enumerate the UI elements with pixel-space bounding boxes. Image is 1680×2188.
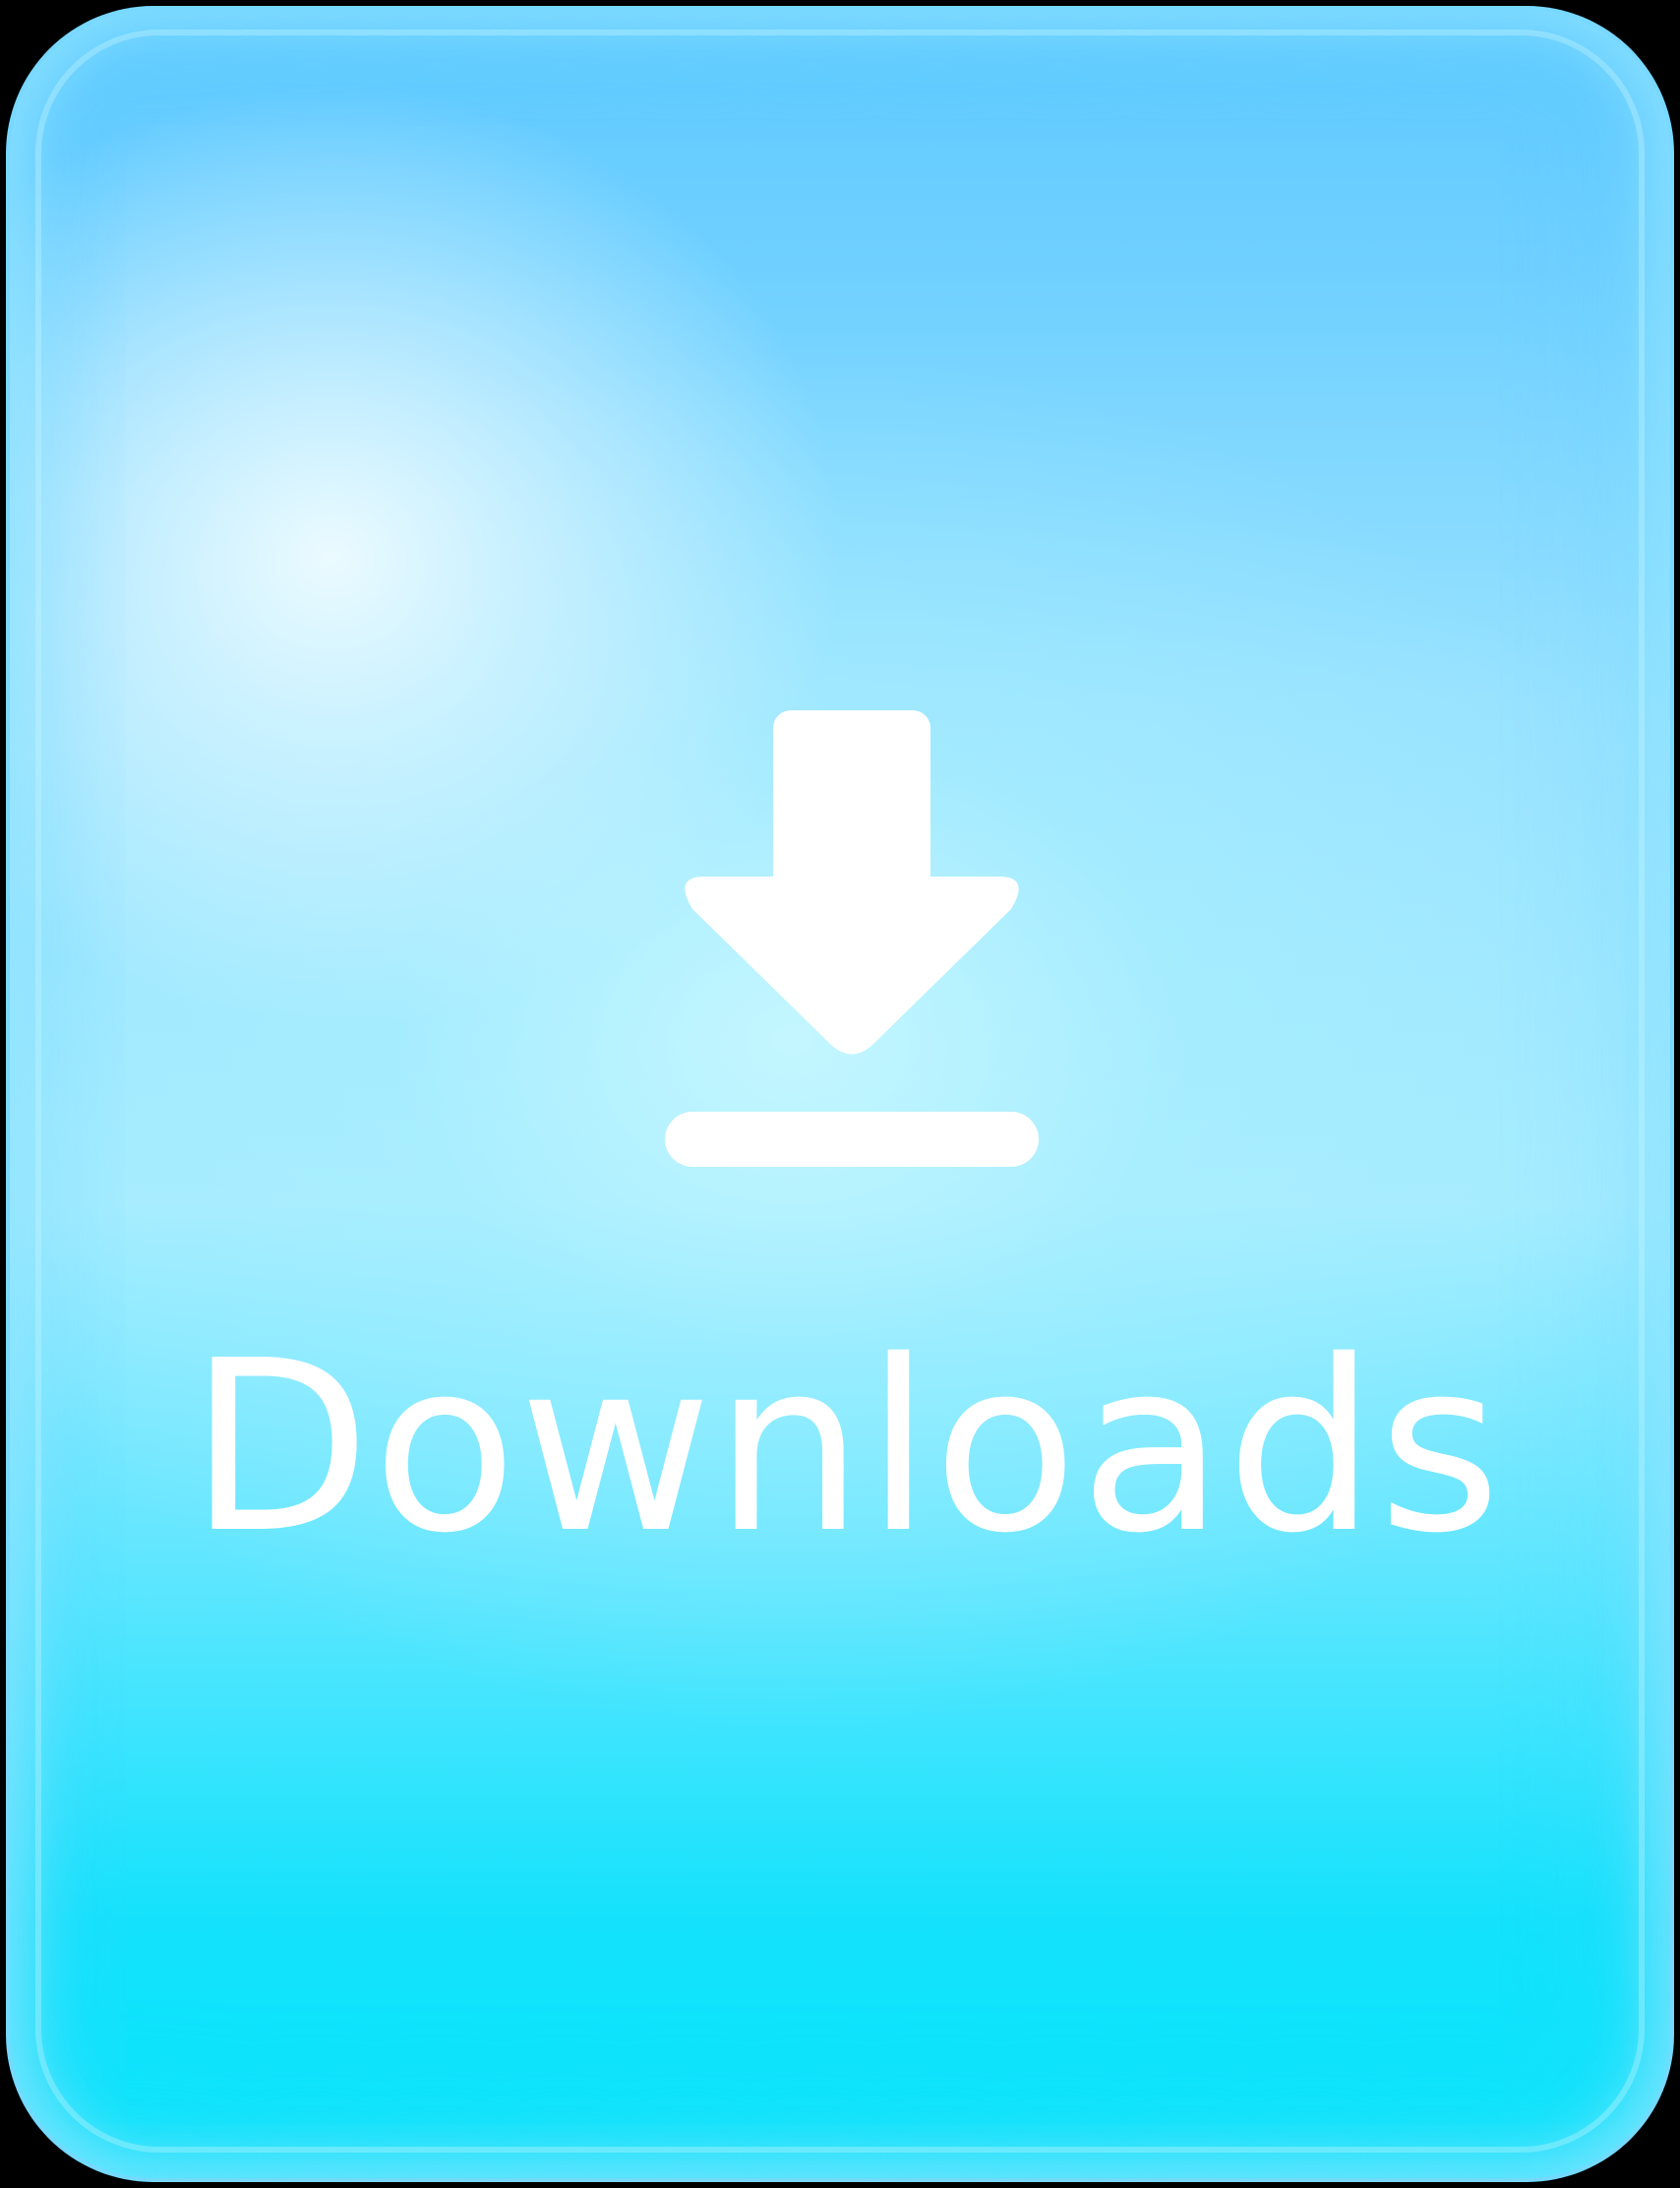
downloads-folder-tile[interactable]: Downloads (6, 6, 1674, 2182)
tile-label: Downloads (188, 1309, 1503, 1585)
download-icon (665, 710, 1039, 1167)
